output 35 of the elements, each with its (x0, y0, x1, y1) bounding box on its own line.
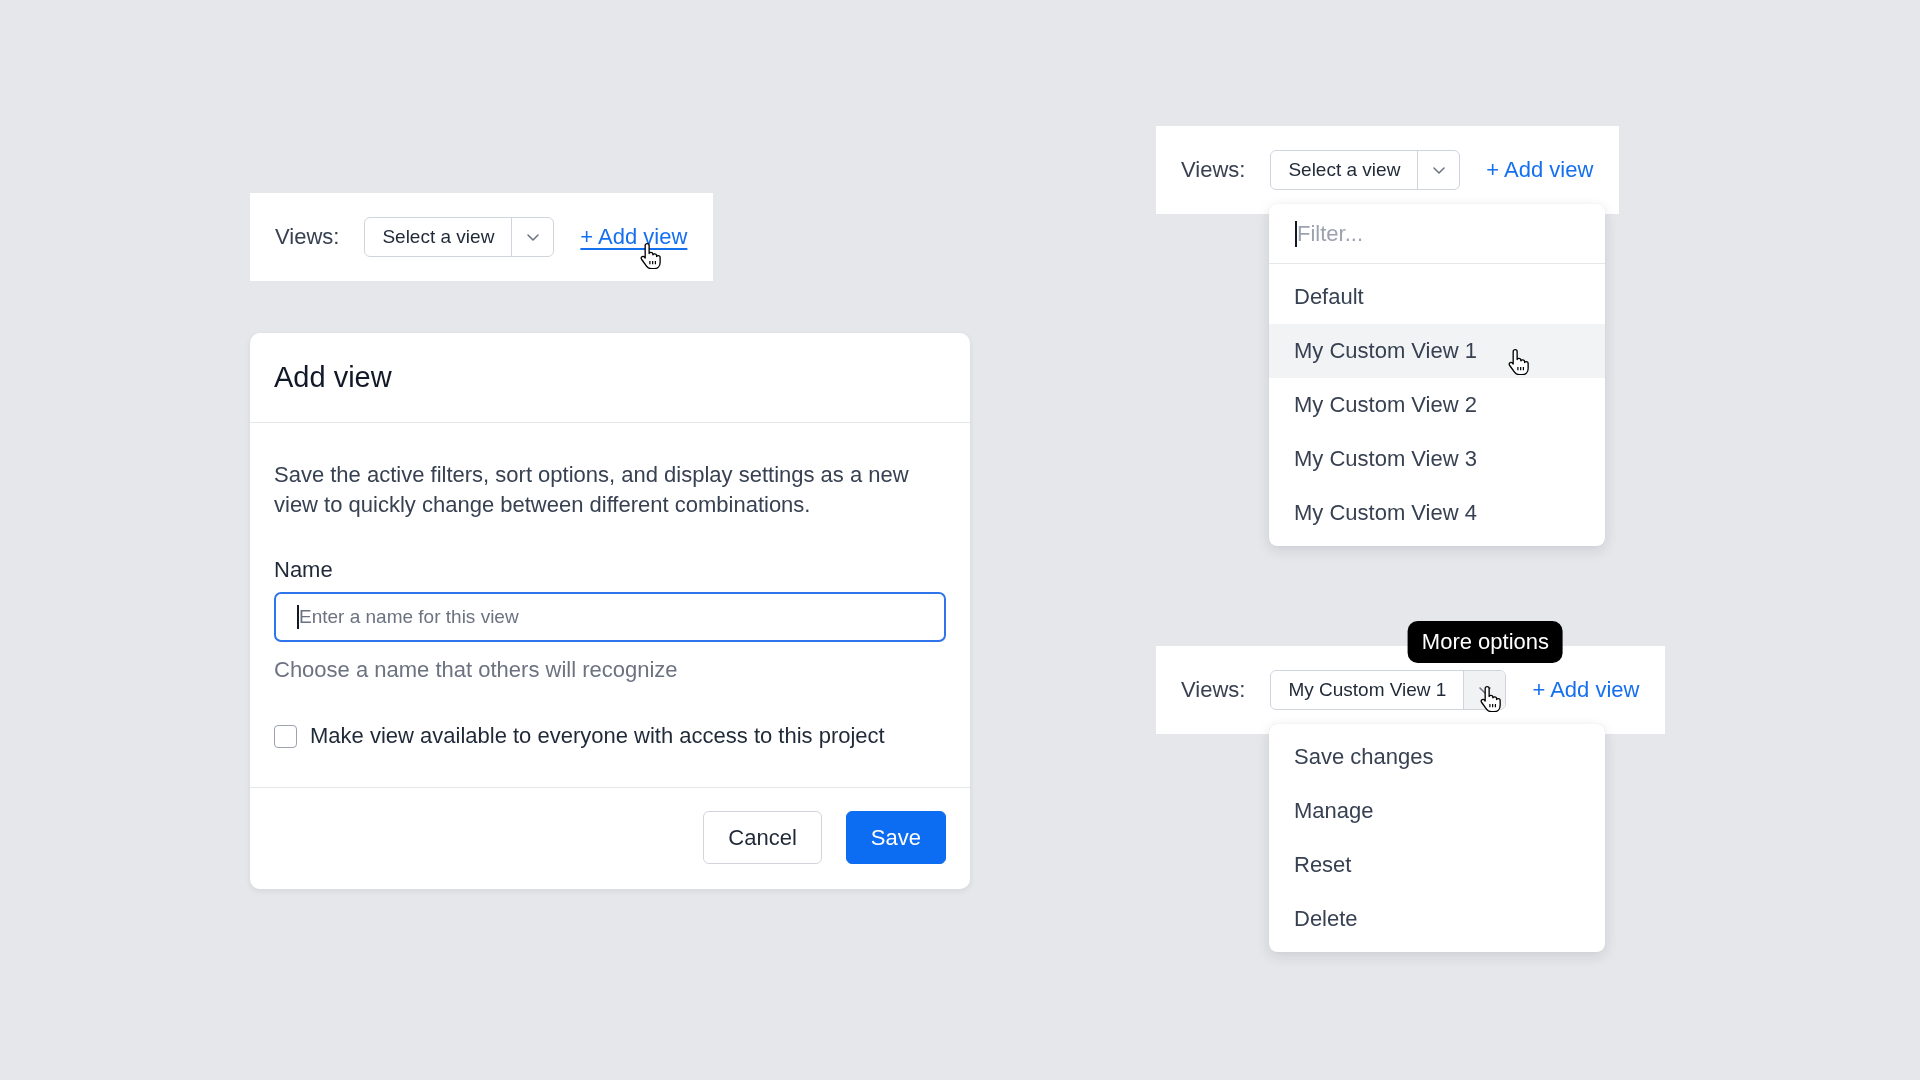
menu-item[interactable]: My Custom View 1 (1269, 324, 1605, 378)
checkbox[interactable] (274, 724, 297, 748)
name-label: Name (274, 557, 333, 583)
menu-item[interactable]: Default (1269, 270, 1605, 324)
chevron-down-icon (1478, 686, 1491, 694)
menu-item[interactable]: My Custom View 3 (1269, 432, 1605, 486)
add-view-link[interactable]: + Add view (580, 224, 688, 250)
cancel-button[interactable]: Cancel (703, 811, 822, 864)
hand-pointer-icon (1508, 348, 1530, 375)
views-label: Views: (1181, 157, 1246, 183)
add-view-link[interactable]: + Add view (1486, 157, 1594, 183)
chevron-down-icon (1432, 166, 1445, 174)
dialog-description: Save the active filters, sort options, and display settings as a new view to quickly change between different combinations. (274, 461, 910, 519)
view-select-button[interactable]: Select a view (1271, 151, 1419, 189)
save-button[interactable]: Save (845, 811, 946, 864)
views-label: Views: (1181, 677, 1246, 703)
menu-item[interactable]: Reset (1269, 838, 1605, 892)
menu-item[interactable]: My Custom View 4 (1269, 486, 1605, 540)
filter-input[interactable]: Filter... (1269, 204, 1605, 264)
checkbox-label: Make view available to everyone with access to this project (310, 723, 885, 749)
menu-item[interactable]: Delete (1269, 892, 1605, 946)
text-cursor-icon (297, 605, 299, 629)
add-view-link[interactable]: + Add view (1532, 677, 1640, 703)
tooltip: More options (1407, 621, 1564, 663)
name-input[interactable]: Enter a name for this view (274, 592, 946, 642)
menu-item[interactable]: Manage (1269, 784, 1605, 838)
chevron-down-icon (526, 233, 539, 241)
menu-item[interactable]: My Custom View 2 (1269, 378, 1605, 432)
menu-item[interactable]: Save changes (1269, 730, 1605, 784)
view-select-button[interactable]: Select a view (365, 218, 513, 256)
text-cursor-icon (1295, 221, 1297, 247)
dialog-title: Add view (274, 361, 392, 394)
hand-pointer-icon (640, 242, 663, 269)
name-hint: Choose a name that others will recognize (274, 657, 678, 683)
views-label: Views: (275, 224, 340, 250)
